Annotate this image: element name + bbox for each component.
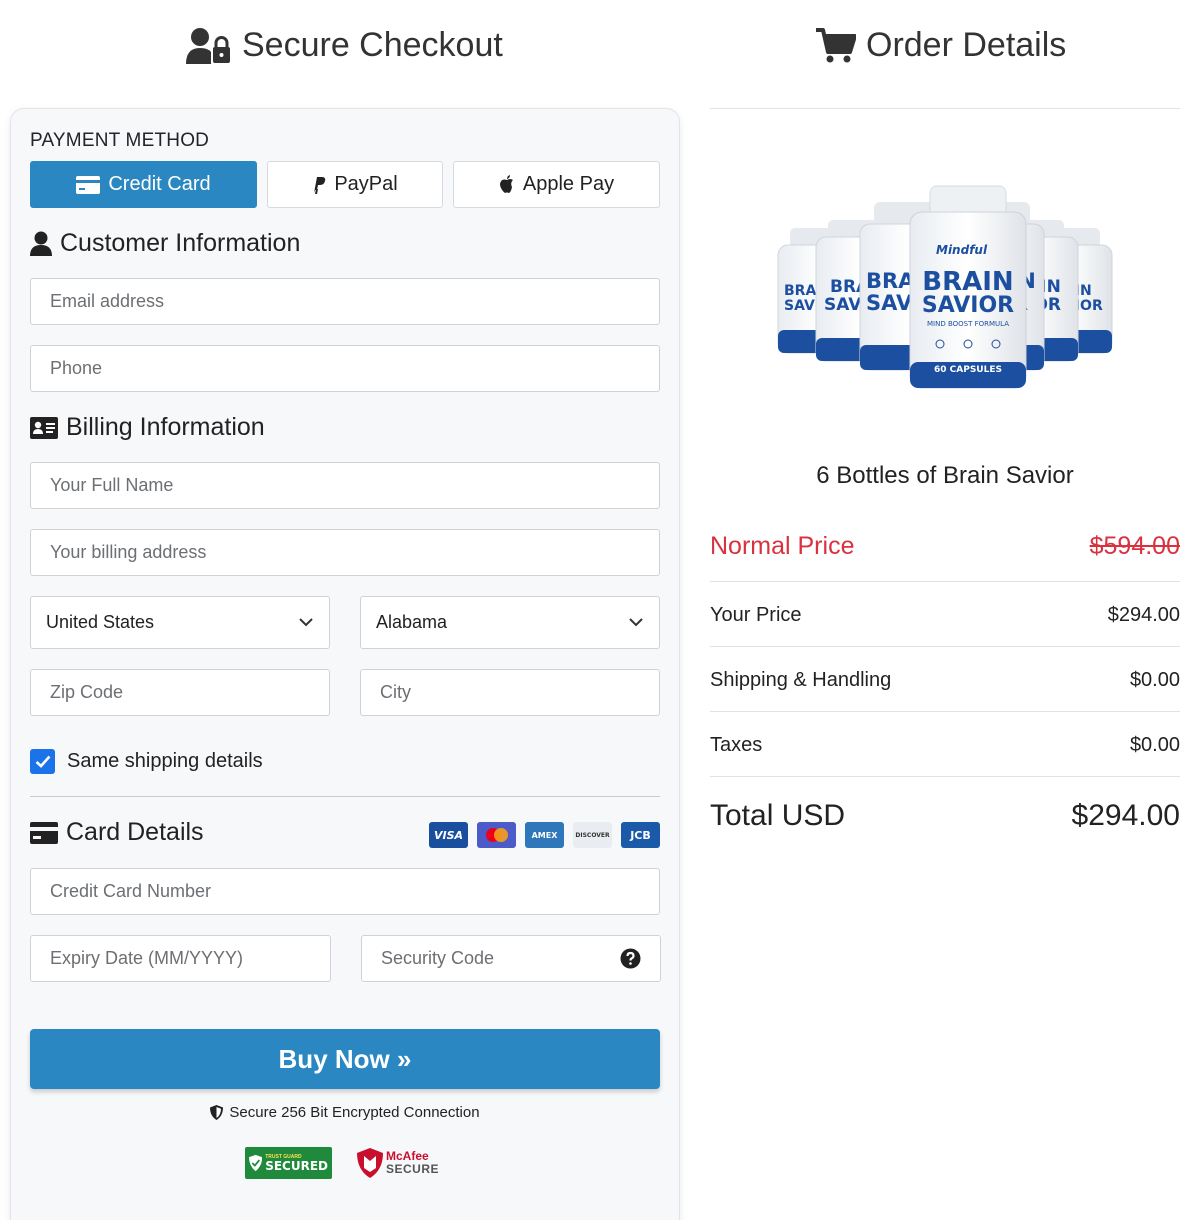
shipping-value: $0.00 bbox=[1129, 669, 1180, 691]
svg-text:SAV: SAV bbox=[824, 295, 862, 315]
billing-info-heading: Billing Information bbox=[30, 413, 265, 442]
credit-card-tab[interactable]: Credit Card bbox=[30, 161, 257, 208]
customer-info-title: Customer Information bbox=[60, 229, 301, 257]
section-divider bbox=[30, 796, 660, 797]
svg-text:BRA: BRA bbox=[866, 269, 915, 293]
buy-now-button[interactable]: Buy Now » bbox=[30, 1029, 660, 1089]
shield-check-icon bbox=[249, 1154, 263, 1172]
mcafee-badge: McAfee SECURE bbox=[357, 1147, 445, 1179]
credit-card-label: Credit Card bbox=[108, 173, 211, 195]
phone-input[interactable] bbox=[50, 358, 640, 379]
card-details-title: Card Details bbox=[66, 818, 204, 846]
customer-info-heading: Customer Information bbox=[30, 229, 300, 258]
accepted-cards: VISA AMEX DISCOVER JCB bbox=[429, 822, 660, 848]
chevron-down-icon bbox=[299, 618, 313, 627]
page-title: Secure Checkout bbox=[242, 26, 503, 64]
your-price-label: Your Price bbox=[710, 604, 802, 626]
total-label: Total USD bbox=[710, 799, 846, 832]
payment-method-label: PAYMENT METHOD bbox=[30, 130, 210, 151]
your-price-value: $294.00 bbox=[1107, 604, 1180, 626]
jcb-logo: JCB bbox=[621, 822, 660, 848]
apple-pay-label: Apple Pay bbox=[522, 173, 615, 195]
normal-price-value: $594.00 bbox=[1089, 532, 1180, 560]
price-divider bbox=[710, 711, 1180, 712]
product-image: BRA SAVI AIN VIOR BRA SAV RAIN VIOR bbox=[770, 140, 1120, 410]
mastercard-logo bbox=[477, 822, 516, 848]
expiry-date-field[interactable] bbox=[30, 935, 331, 982]
phone-field[interactable] bbox=[30, 345, 660, 392]
svg-text:SAVIOR: SAVIOR bbox=[922, 293, 1014, 318]
card-details-heading: Card Details bbox=[30, 818, 204, 847]
zip-code-input[interactable] bbox=[50, 682, 310, 703]
secure-connection-note: Secure 256 Bit Encrypted Connection bbox=[0, 1104, 690, 1121]
mcafee-shield-icon bbox=[357, 1148, 383, 1178]
same-shipping-row: Same shipping details bbox=[30, 749, 263, 774]
email-input[interactable] bbox=[50, 291, 640, 312]
order-title: Order Details bbox=[866, 26, 1067, 64]
shopping-cart-icon bbox=[816, 27, 856, 62]
id-card-icon bbox=[30, 416, 58, 439]
zip-code-field[interactable] bbox=[30, 669, 330, 716]
mcafee-text: McAfee SECURE bbox=[386, 1149, 440, 1176]
order-details-heading: Order Details bbox=[816, 26, 1066, 65]
same-shipping-label[interactable]: Same shipping details bbox=[67, 750, 263, 773]
security-code-input[interactable] bbox=[381, 948, 581, 969]
normal-price-label: Normal Price bbox=[710, 532, 855, 560]
discover-logo: DISCOVER bbox=[573, 822, 612, 848]
taxes-value: $0.00 bbox=[1129, 734, 1180, 756]
paypal-tab[interactable]: PayPal bbox=[267, 161, 443, 208]
full-name-field[interactable] bbox=[30, 462, 660, 509]
svg-text:60 CAPSULES: 60 CAPSULES bbox=[934, 365, 1002, 375]
country-select[interactable]: United States bbox=[30, 596, 330, 649]
email-field[interactable] bbox=[30, 278, 660, 325]
paypal-icon bbox=[314, 176, 326, 194]
svg-text:SAVI: SAVI bbox=[784, 298, 820, 314]
svg-text:BRA: BRA bbox=[784, 283, 816, 299]
same-shipping-checkbox[interactable] bbox=[30, 749, 55, 774]
user-icon bbox=[30, 231, 52, 256]
expiry-date-input[interactable] bbox=[50, 948, 311, 969]
billing-info-title: Billing Information bbox=[66, 413, 265, 441]
city-field[interactable] bbox=[360, 669, 660, 716]
apple-icon bbox=[499, 175, 513, 193]
country-value: United States bbox=[46, 612, 155, 632]
trust-guard-text: TRUST GUARD SECURED bbox=[265, 1153, 328, 1173]
paypal-label: PayPal bbox=[334, 173, 398, 195]
svg-text:MIND BOOST FORMULA: MIND BOOST FORMULA bbox=[927, 320, 1009, 328]
bottles-illustration: BRA SAVI AIN VIOR BRA SAV RAIN VIOR bbox=[777, 185, 1113, 389]
secure-connection-text: Secure 256 Bit Encrypted Connection bbox=[229, 1104, 480, 1121]
billing-address-input[interactable] bbox=[50, 542, 640, 563]
checkmark-icon bbox=[35, 755, 50, 768]
state-select[interactable]: Alabama bbox=[360, 596, 660, 649]
full-name-input[interactable] bbox=[50, 475, 640, 496]
chevron-down-icon bbox=[629, 618, 643, 627]
shipping-label: Shipping & Handling bbox=[710, 669, 892, 691]
billing-address-field[interactable] bbox=[30, 529, 660, 576]
credit-card-icon bbox=[30, 821, 58, 844]
user-lock-icon bbox=[186, 27, 230, 64]
shield-icon bbox=[210, 1105, 224, 1120]
apple-pay-tab[interactable]: Apple Pay bbox=[453, 161, 660, 208]
card-number-field[interactable] bbox=[30, 868, 660, 915]
price-divider bbox=[710, 776, 1180, 777]
credit-card-icon bbox=[76, 175, 101, 194]
price-divider bbox=[710, 581, 1180, 582]
svg-text:Mindful: Mindful bbox=[936, 243, 988, 257]
secure-checkout-heading: Secure Checkout bbox=[186, 26, 503, 65]
amex-logo: AMEX bbox=[525, 822, 564, 848]
card-number-input[interactable] bbox=[50, 881, 640, 902]
total-value: $294.00 bbox=[1071, 799, 1180, 832]
trust-guard-badge: TRUST GUARD SECURED bbox=[245, 1147, 332, 1179]
price-divider bbox=[710, 646, 1180, 647]
state-value: Alabama bbox=[376, 612, 448, 632]
taxes-label: Taxes bbox=[710, 734, 763, 756]
security-code-field[interactable] bbox=[361, 935, 661, 982]
product-name: 6 Bottles of Brain Savior bbox=[816, 462, 1074, 489]
visa-logo: VISA bbox=[429, 822, 468, 848]
city-input[interactable] bbox=[380, 682, 640, 703]
question-circle-icon[interactable] bbox=[620, 948, 641, 969]
order-top-divider bbox=[710, 108, 1180, 109]
